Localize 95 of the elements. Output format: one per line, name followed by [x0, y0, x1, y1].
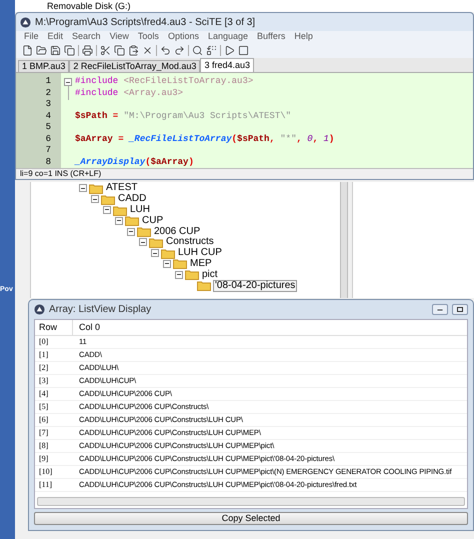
paste-icon[interactable] [128, 45, 139, 56]
line-number: 6 [44, 134, 52, 145]
app-logo-icon [20, 16, 31, 28]
file-tab[interactable]: 3 fred4.au3 [200, 58, 254, 72]
table-cell-text: [1] [38, 349, 50, 361]
tree-item[interactable]: CUP [141, 216, 164, 226]
new-file-icon[interactable] [22, 45, 33, 56]
tree-item[interactable]: '08-04-20-pictures [213, 280, 298, 292]
collapse-toggle[interactable] [91, 195, 99, 204]
collapse-toggle[interactable] [103, 206, 111, 214]
table-cell-text: [5] [38, 401, 50, 413]
folder-icon [197, 280, 211, 292]
table-cell-text: [3] [38, 375, 50, 387]
code-line: $sPath = "M:\Program\Au3 Scripts\ATEST\" [75, 112, 292, 121]
file-tab[interactable]: 2 RecFileListToArray_Mod.au3 [69, 60, 200, 72]
scroll-bar[interactable] [340, 182, 348, 298]
drive-item[interactable]: Removable Disk (G:) [47, 2, 131, 10]
folder-icon [149, 236, 163, 248]
print-icon[interactable] [82, 45, 93, 56]
stop-icon[interactable] [238, 45, 249, 56]
copy-icon[interactable] [114, 45, 125, 56]
tree-item[interactable]: ATEST [105, 183, 138, 194]
folder-icon [101, 194, 115, 205]
folder-icon [113, 204, 127, 216]
tree-item[interactable]: Constructs [165, 237, 215, 248]
tree-item[interactable]: LUH [129, 204, 152, 215]
copy-icon[interactable] [64, 45, 75, 56]
line-number: 3 [44, 99, 52, 110]
cut-icon[interactable] [100, 45, 111, 56]
menu-item[interactable]: Tools [138, 30, 159, 44]
app-logo-icon [34, 304, 45, 315]
menu-item[interactable]: Options [168, 30, 199, 44]
table-cell-text: [10] [38, 466, 54, 478]
tree-item[interactable]: 2006 CUP [153, 226, 202, 237]
table-cell-text: [0] [38, 336, 50, 348]
collapse-toggle[interactable] [163, 260, 171, 268]
table-cell-text: [8] [38, 440, 50, 452]
code-line: #include <Array.au3> [75, 88, 184, 98]
collapse-toggle[interactable] [139, 238, 147, 246]
menu-item[interactable]: Edit [48, 30, 64, 44]
horizontal-scroll-bar[interactable] [37, 497, 465, 506]
tree-item[interactable]: CADD [117, 194, 148, 204]
menu-item[interactable]: Language [208, 30, 248, 44]
tree-item[interactable]: pict [201, 270, 219, 280]
table-cell-text: [6] [38, 414, 50, 426]
maximize-button[interactable] [452, 304, 468, 315]
save-icon[interactable] [50, 45, 61, 56]
folder-icon [125, 215, 139, 226]
collapse-toggle[interactable] [175, 270, 183, 279]
tree-item[interactable]: MEP [189, 258, 213, 269]
minimize-button[interactable] [432, 304, 448, 315]
line-number: 1 [44, 76, 52, 88]
open-folder-icon[interactable] [36, 45, 47, 56]
fold-marker-icon[interactable] [64, 78, 72, 86]
window-title: M:\Program\Au3 Scripts\fred4.au3 - SciTE [3 of 3] [35, 16, 256, 30]
table-cell-text: [7] [38, 427, 50, 439]
collapse-toggle[interactable] [79, 184, 87, 192]
menu-item[interactable]: Help [294, 30, 313, 44]
table-cell-text: [9] [38, 453, 50, 465]
column-header[interactable]: Row [35, 320, 73, 335]
collapse-toggle[interactable] [115, 216, 123, 225]
code-line: _ArrayDisplay($aArray) [75, 158, 194, 167]
code-line: $aArray = _RecFileListToArray($sPath, "*", 0, 1) [75, 134, 334, 144]
table-cell-text: [11] [38, 479, 54, 491]
menu-item[interactable]: View [110, 30, 129, 44]
menu-item[interactable]: Search [72, 30, 101, 44]
line-number: 7 [44, 145, 52, 156]
line-number: 5 [44, 122, 52, 134]
line-number: 2 [44, 88, 52, 99]
copy-selected-button[interactable]: Copy Selected [34, 512, 468, 525]
table-cell-text: [4] [38, 388, 50, 400]
delete-icon[interactable] [142, 45, 153, 56]
tree-item[interactable]: LUH CUP [177, 248, 223, 258]
redo-icon[interactable] [174, 45, 185, 56]
menu-item[interactable]: File [24, 30, 39, 44]
collapse-toggle[interactable] [151, 249, 159, 258]
undo-icon[interactable] [160, 45, 171, 56]
status-bar-text: li=9 co=1 INS (CR+LF) [20, 170, 102, 178]
table-cell-text: [2] [38, 362, 50, 374]
run-icon[interactable] [224, 45, 235, 56]
folder-icon [89, 182, 103, 194]
window-title: Array: ListView Display [49, 303, 152, 317]
column-header[interactable]: Col 0 [73, 320, 467, 335]
replace-icon[interactable] [206, 45, 217, 56]
menu-item[interactable]: Buffers [257, 30, 286, 44]
file-tab[interactable]: 1 BMP.au3 [18, 60, 70, 72]
folder-icon [185, 269, 199, 280]
line-number: 8 [44, 156, 52, 168]
line-number: 4 [44, 110, 52, 122]
collapse-toggle[interactable] [127, 228, 135, 236]
folder-icon [173, 258, 187, 270]
search-icon[interactable] [192, 45, 203, 56]
code-line: #include <RecFileListToArray.au3> [75, 77, 254, 86]
folder-icon [137, 226, 151, 238]
folder-icon [161, 248, 175, 259]
